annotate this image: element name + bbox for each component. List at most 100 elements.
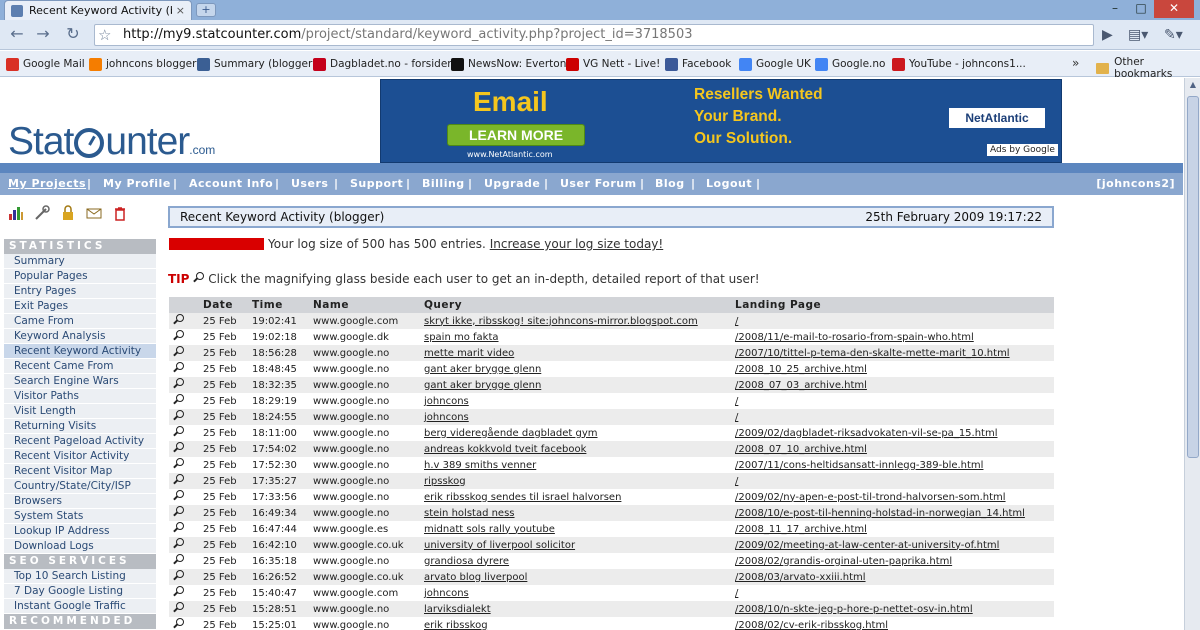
- magnifier-icon[interactable]: [173, 554, 184, 565]
- menu-user-forum[interactable]: User Forum: [560, 177, 637, 190]
- page-scrollbar[interactable]: ▲: [1184, 78, 1200, 630]
- tools-icon[interactable]: [34, 205, 50, 221]
- bar-chart-icon[interactable]: [8, 205, 24, 221]
- magnifier-icon[interactable]: [173, 506, 184, 517]
- sidebar-item-recent-keyword-activity[interactable]: Recent Keyword Activity: [4, 344, 156, 359]
- query-link[interactable]: erik ribsskog sendes til israel halvorse…: [420, 489, 731, 505]
- magnifier-icon[interactable]: [173, 362, 184, 373]
- landing-page-link[interactable]: /2008_07_10_archive.html: [731, 441, 1054, 457]
- sidebar-item-returning-visits[interactable]: Returning Visits: [4, 419, 156, 434]
- sidebar-item-popular-pages[interactable]: Popular Pages: [4, 269, 156, 284]
- landing-page-link[interactable]: /: [731, 473, 1054, 489]
- landing-page-link[interactable]: /2008/11/e-mail-to-rosario-from-spain-wh…: [731, 329, 1054, 345]
- ad-learn-more-button[interactable]: LEARN MORE: [447, 124, 585, 146]
- magnifier-icon[interactable]: [173, 378, 184, 389]
- landing-page-link[interactable]: /2007/11/cons-heltidsansatt-innlegg-389-…: [731, 457, 1054, 473]
- sidebar-item-7-day-google-listing[interactable]: 7 Day Google Listing: [4, 584, 156, 599]
- menu-my-profile[interactable]: My Profile: [103, 177, 171, 190]
- scrollbar-thumb[interactable]: [1187, 96, 1199, 458]
- magnifier-icon[interactable]: [173, 474, 184, 485]
- menu-billing[interactable]: Billing: [422, 177, 465, 190]
- browser-tab[interactable]: Recent Keyword Activity (b... ×: [4, 0, 192, 20]
- minimize-button[interactable]: –: [1102, 0, 1128, 18]
- menu-logout[interactable]: Logout: [706, 177, 752, 190]
- magnifier-icon[interactable]: [173, 618, 184, 629]
- menu-account-info[interactable]: Account Info: [189, 177, 273, 190]
- magnifier-icon[interactable]: [173, 602, 184, 613]
- magnifier-icon[interactable]: [173, 538, 184, 549]
- landing-page-link[interactable]: /2008/10/n-skte-jeg-p-hore-p-nettet-osv-…: [731, 601, 1054, 617]
- landing-page-link[interactable]: /2008/03/arvato-xxiii.html: [731, 569, 1054, 585]
- query-link[interactable]: arvato blog liverpool: [420, 569, 731, 585]
- page-menu-icon[interactable]: ▤▾: [1128, 25, 1148, 45]
- sidebar-item-keyword-analysis[interactable]: Keyword Analysis: [4, 329, 156, 344]
- sidebar-item-recent-pageload-activity[interactable]: Recent Pageload Activity: [4, 434, 156, 449]
- sidebar-item-summary[interactable]: Summary: [4, 254, 156, 269]
- magnifier-icon[interactable]: [173, 330, 184, 341]
- maximize-button[interactable]: □: [1128, 0, 1154, 18]
- bookmark-summary-blogger[interactable]: Summary (blogger): [197, 56, 316, 72]
- magnifier-icon[interactable]: [173, 410, 184, 421]
- query-link[interactable]: mette marit video: [420, 345, 731, 361]
- landing-page-link[interactable]: /: [731, 409, 1054, 425]
- landing-page-link[interactable]: /2008/02/grandis-orginal-uten-paprika.ht…: [731, 553, 1054, 569]
- other-bookmarks-folder[interactable]: Other bookmarks: [1096, 56, 1200, 80]
- sidebar-item-came-from[interactable]: Came From: [4, 314, 156, 329]
- query-link[interactable]: johncons: [420, 585, 731, 601]
- bookmarks-overflow-chevron-icon[interactable]: »: [1072, 56, 1079, 70]
- sidebar-item-recent-visitor-map[interactable]: Recent Visitor Map: [4, 464, 156, 479]
- magnifier-icon[interactable]: [173, 346, 184, 357]
- menu-blog[interactable]: Blog: [655, 177, 685, 190]
- sidebar-item-entry-pages[interactable]: Entry Pages: [4, 284, 156, 299]
- landing-page-link[interactable]: /2009/02/meeting-at-law-center-at-univer…: [731, 537, 1054, 553]
- menu-upgrade[interactable]: Upgrade: [484, 177, 540, 190]
- landing-page-link[interactable]: /2008/10/e-post-til-henning-holstad-in-n…: [731, 505, 1054, 521]
- sidebar-item-exit-pages[interactable]: Exit Pages: [4, 299, 156, 314]
- bookmark-google-uk[interactable]: Google UK: [739, 56, 811, 72]
- sidebar-item-download-logs[interactable]: Download Logs: [4, 539, 156, 554]
- magnifier-icon[interactable]: [173, 522, 184, 533]
- query-link[interactable]: grandiosa dyrere: [420, 553, 731, 569]
- query-link[interactable]: spain mo fakta: [420, 329, 731, 345]
- query-link[interactable]: stein holstad ness: [420, 505, 731, 521]
- query-link[interactable]: skryt ikke, ribsskog! site:johncons-mirr…: [420, 313, 731, 329]
- go-arrow-icon[interactable]: ▶: [1102, 25, 1113, 45]
- wrench-menu-icon[interactable]: ✎▾: [1164, 25, 1183, 45]
- landing-page-link[interactable]: /2008_11_17_archive.html: [731, 521, 1054, 537]
- ads-by-google-label[interactable]: Ads by Google: [987, 144, 1058, 156]
- landing-page-link[interactable]: /: [731, 585, 1054, 601]
- query-link[interactable]: gant aker brygge glenn: [420, 377, 731, 393]
- sidebar-item-system-stats[interactable]: System Stats: [4, 509, 156, 524]
- lock-icon[interactable]: [60, 205, 76, 221]
- bookmark-google-no[interactable]: Google.no: [815, 56, 885, 72]
- bookmark-youtube[interactable]: YouTube - johncons1...: [892, 56, 1026, 72]
- scroll-up-arrow-icon[interactable]: ▲: [1185, 80, 1200, 94]
- landing-page-link[interactable]: /2008/02/cv-erik-ribsskog.html: [731, 617, 1054, 630]
- back-arrow-icon[interactable]: ←: [6, 25, 28, 45]
- tab-close-icon[interactable]: ×: [176, 4, 185, 17]
- sidebar-item-browsers[interactable]: Browsers: [4, 494, 156, 509]
- sidebar-item-recent-came-from[interactable]: Recent Came From: [4, 359, 156, 374]
- landing-page-link[interactable]: /: [731, 313, 1054, 329]
- query-link[interactable]: berg videregående dagbladet gym: [420, 425, 731, 441]
- query-link[interactable]: johncons: [420, 409, 731, 425]
- magnifier-icon[interactable]: [173, 314, 184, 325]
- increase-log-size-link[interactable]: Increase your log size today!: [490, 237, 664, 251]
- bookmark-johncons-blogger[interactable]: johncons blogger: [89, 56, 196, 72]
- query-link[interactable]: h.v 389 smiths venner: [420, 457, 731, 473]
- landing-page-link[interactable]: /2008_10_25_archive.html: [731, 361, 1054, 377]
- bookmark-facebook[interactable]: Facebook: [665, 56, 731, 72]
- bookmark-newsnow[interactable]: NewsNow: Everton: [451, 56, 566, 72]
- magnifier-icon[interactable]: [173, 442, 184, 453]
- address-bar[interactable]: http://my9.statcounter.com/project/stand…: [94, 24, 1094, 46]
- query-link[interactable]: ripsskog: [420, 473, 731, 489]
- ad-banner[interactable]: Email LEARN MORE www.NetAtlantic.com Res…: [380, 79, 1062, 163]
- sidebar-item-visitor-paths[interactable]: Visitor Paths: [4, 389, 156, 404]
- query-link[interactable]: andreas kokkvold tveit facebook: [420, 441, 731, 457]
- magnifier-icon[interactable]: [173, 490, 184, 501]
- query-link[interactable]: johncons: [420, 393, 731, 409]
- magnifier-icon[interactable]: [173, 570, 184, 581]
- magnifier-icon[interactable]: [173, 426, 184, 437]
- bookmark-dagbladet[interactable]: Dagbladet.no - forsiden: [313, 56, 454, 72]
- mail-icon[interactable]: [86, 205, 102, 221]
